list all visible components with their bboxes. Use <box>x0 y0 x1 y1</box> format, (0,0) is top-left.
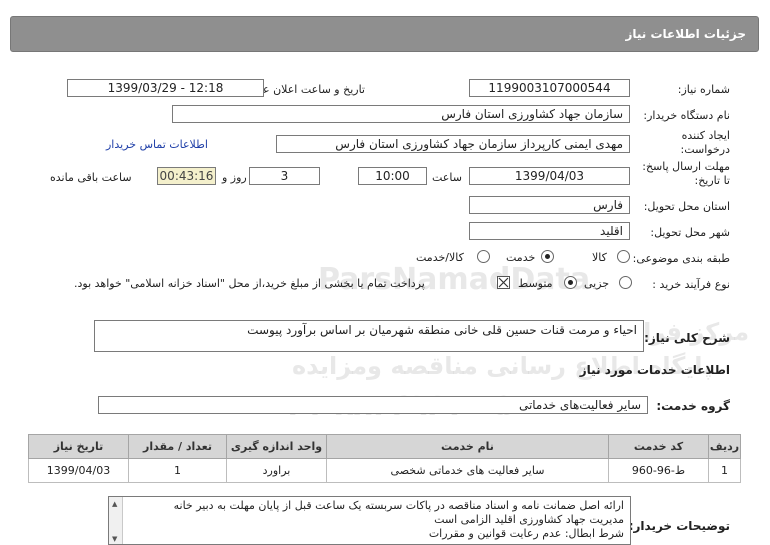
need-description-text: احیاء و مرمت قنات حسین قلی خانی منطقه شه… <box>247 323 637 337</box>
creator-field[interactable]: مهدی ایمنی کارپرداز سازمان جهاد کشاورزی … <box>276 135 630 153</box>
cell-need-date: 1399/04/03 <box>28 458 129 483</box>
category-option-goods: کالا <box>592 251 607 264</box>
category-radio-goods[interactable] <box>617 250 630 263</box>
buyer-org-label: نام دستگاه خریدار: <box>643 109 730 122</box>
buyer-contact-link[interactable]: اطلاعات تماس خریدار <box>106 138 208 151</box>
need-number-field[interactable]: 1199003107000544 <box>469 79 630 97</box>
cell-service-code: ط-96-960 <box>608 458 709 483</box>
cell-service-name: سایر فعالیت های خدماتی شخصی <box>326 458 609 483</box>
col-need-date: تاریخ نیاز <box>28 434 129 459</box>
remaining-days-field[interactable]: 3 <box>249 167 320 185</box>
scroll-up-icon[interactable]: ▲ <box>112 500 117 508</box>
page-title: جزئیات اطلاعات نیاز <box>625 27 746 41</box>
creator-label-2: درخواست: <box>680 143 730 156</box>
buyer-notes-label: توضیحات خریدار: <box>628 519 730 533</box>
checkbox-x-icon <box>498 277 509 288</box>
cell-unit: براورد <box>226 458 327 483</box>
scroll-down-icon[interactable]: ▼ <box>112 535 117 543</box>
service-group-label: گروه خدمت: <box>656 399 730 413</box>
creator-label-1: ایجاد کننده <box>681 129 730 142</box>
category-option-service: خدمت <box>506 251 536 264</box>
deadline-time-field[interactable]: 10:00 <box>358 167 427 185</box>
process-type-label: نوع فرآیند خرید : <box>652 278 730 291</box>
process-radio-medium[interactable] <box>564 276 577 289</box>
need-description-field[interactable]: احیاء و مرمت قنات حسین قلی خانی منطقه شه… <box>94 320 644 352</box>
header-bar: جزئیات اطلاعات نیاز <box>10 16 759 52</box>
col-service-code: کد خدمت <box>608 434 709 459</box>
cell-quantity: 1 <box>128 458 227 483</box>
col-quantity: تعداد / مقدار <box>128 434 227 459</box>
category-option-goods-service: کالا/خدمت <box>416 251 464 264</box>
deadline-label-1: مهلت ارسال پاسخ: <box>642 160 730 173</box>
city-field[interactable]: اقلید <box>469 222 630 240</box>
col-service-name: نام خدمت <box>326 434 609 459</box>
province-label: استان محل تحویل: <box>643 200 730 213</box>
deadline-label-2: تا تاریخ: <box>694 174 730 187</box>
days-label: روز و <box>222 171 247 184</box>
process-option-minor: جزیی <box>584 277 610 290</box>
table-row[interactable]: 1 ط-96-960 سایر فعالیت های خدماتی شخصی ب… <box>28 458 741 483</box>
services-table: ردیف کد خدمت نام خدمت واحد اندازه گیری ت… <box>28 434 741 483</box>
process-radio-minor[interactable] <box>619 276 632 289</box>
process-option-medium: متوسط <box>518 277 553 290</box>
notes-scrollbar[interactable]: ▲ ▼ <box>109 497 123 544</box>
category-label: طبقه بندی موضوعی: <box>632 252 730 265</box>
city-label: شهر محل تحویل: <box>650 226 730 239</box>
treasury-payment-checkbox[interactable] <box>497 276 510 289</box>
announce-date-field[interactable]: 1399/03/29 - 12:18 <box>67 79 264 97</box>
need-description-label: شرح کلی نیاز: <box>644 331 730 345</box>
need-number-label: شماره نیاز: <box>677 83 730 96</box>
buyer-notes-text: ارائه اصل ضمانت نامه و اسناد مناقصه در پ… <box>127 499 624 541</box>
remaining-label: ساعت باقی مانده <box>50 171 132 184</box>
buyer-notes-box[interactable]: ▲ ▼ ارائه اصل ضمانت نامه و اسناد مناقصه … <box>108 496 631 545</box>
treasury-payment-note: پرداخت تمام یا بخشی از مبلغ خرید،از محل … <box>74 277 425 290</box>
buyer-notes-line: مدیریت جهاد کشاورزی اقلید الزامی است <box>434 513 624 526</box>
deadline-time-label: ساعت <box>432 171 462 184</box>
col-unit: واحد اندازه گیری <box>226 434 327 459</box>
category-radio-service[interactable] <box>541 250 554 263</box>
cell-row: 1 <box>708 458 741 483</box>
province-field[interactable]: فارس <box>469 196 630 214</box>
services-section-title: اطلاعات خدمات مورد نیاز <box>579 363 730 377</box>
col-row: ردیف <box>708 434 741 459</box>
table-header-row: ردیف کد خدمت نام خدمت واحد اندازه گیری ت… <box>28 434 741 459</box>
buyer-notes-line: ارائه اصل ضمانت نامه و اسناد مناقصه در پ… <box>173 499 624 512</box>
buyer-org-field[interactable]: سازمان جهاد کشاورزی استان فارس <box>172 105 630 123</box>
buyer-notes-line: شرط ابطال: عدم رعایت قوانین و مقررات <box>428 527 624 540</box>
remaining-time-field: 00:43:16 <box>157 167 216 185</box>
service-group-field[interactable]: سایر فعالیت‌های خدماتی <box>98 396 648 414</box>
category-radio-goods-service[interactable] <box>477 250 490 263</box>
deadline-date-field[interactable]: 1399/04/03 <box>469 167 630 185</box>
